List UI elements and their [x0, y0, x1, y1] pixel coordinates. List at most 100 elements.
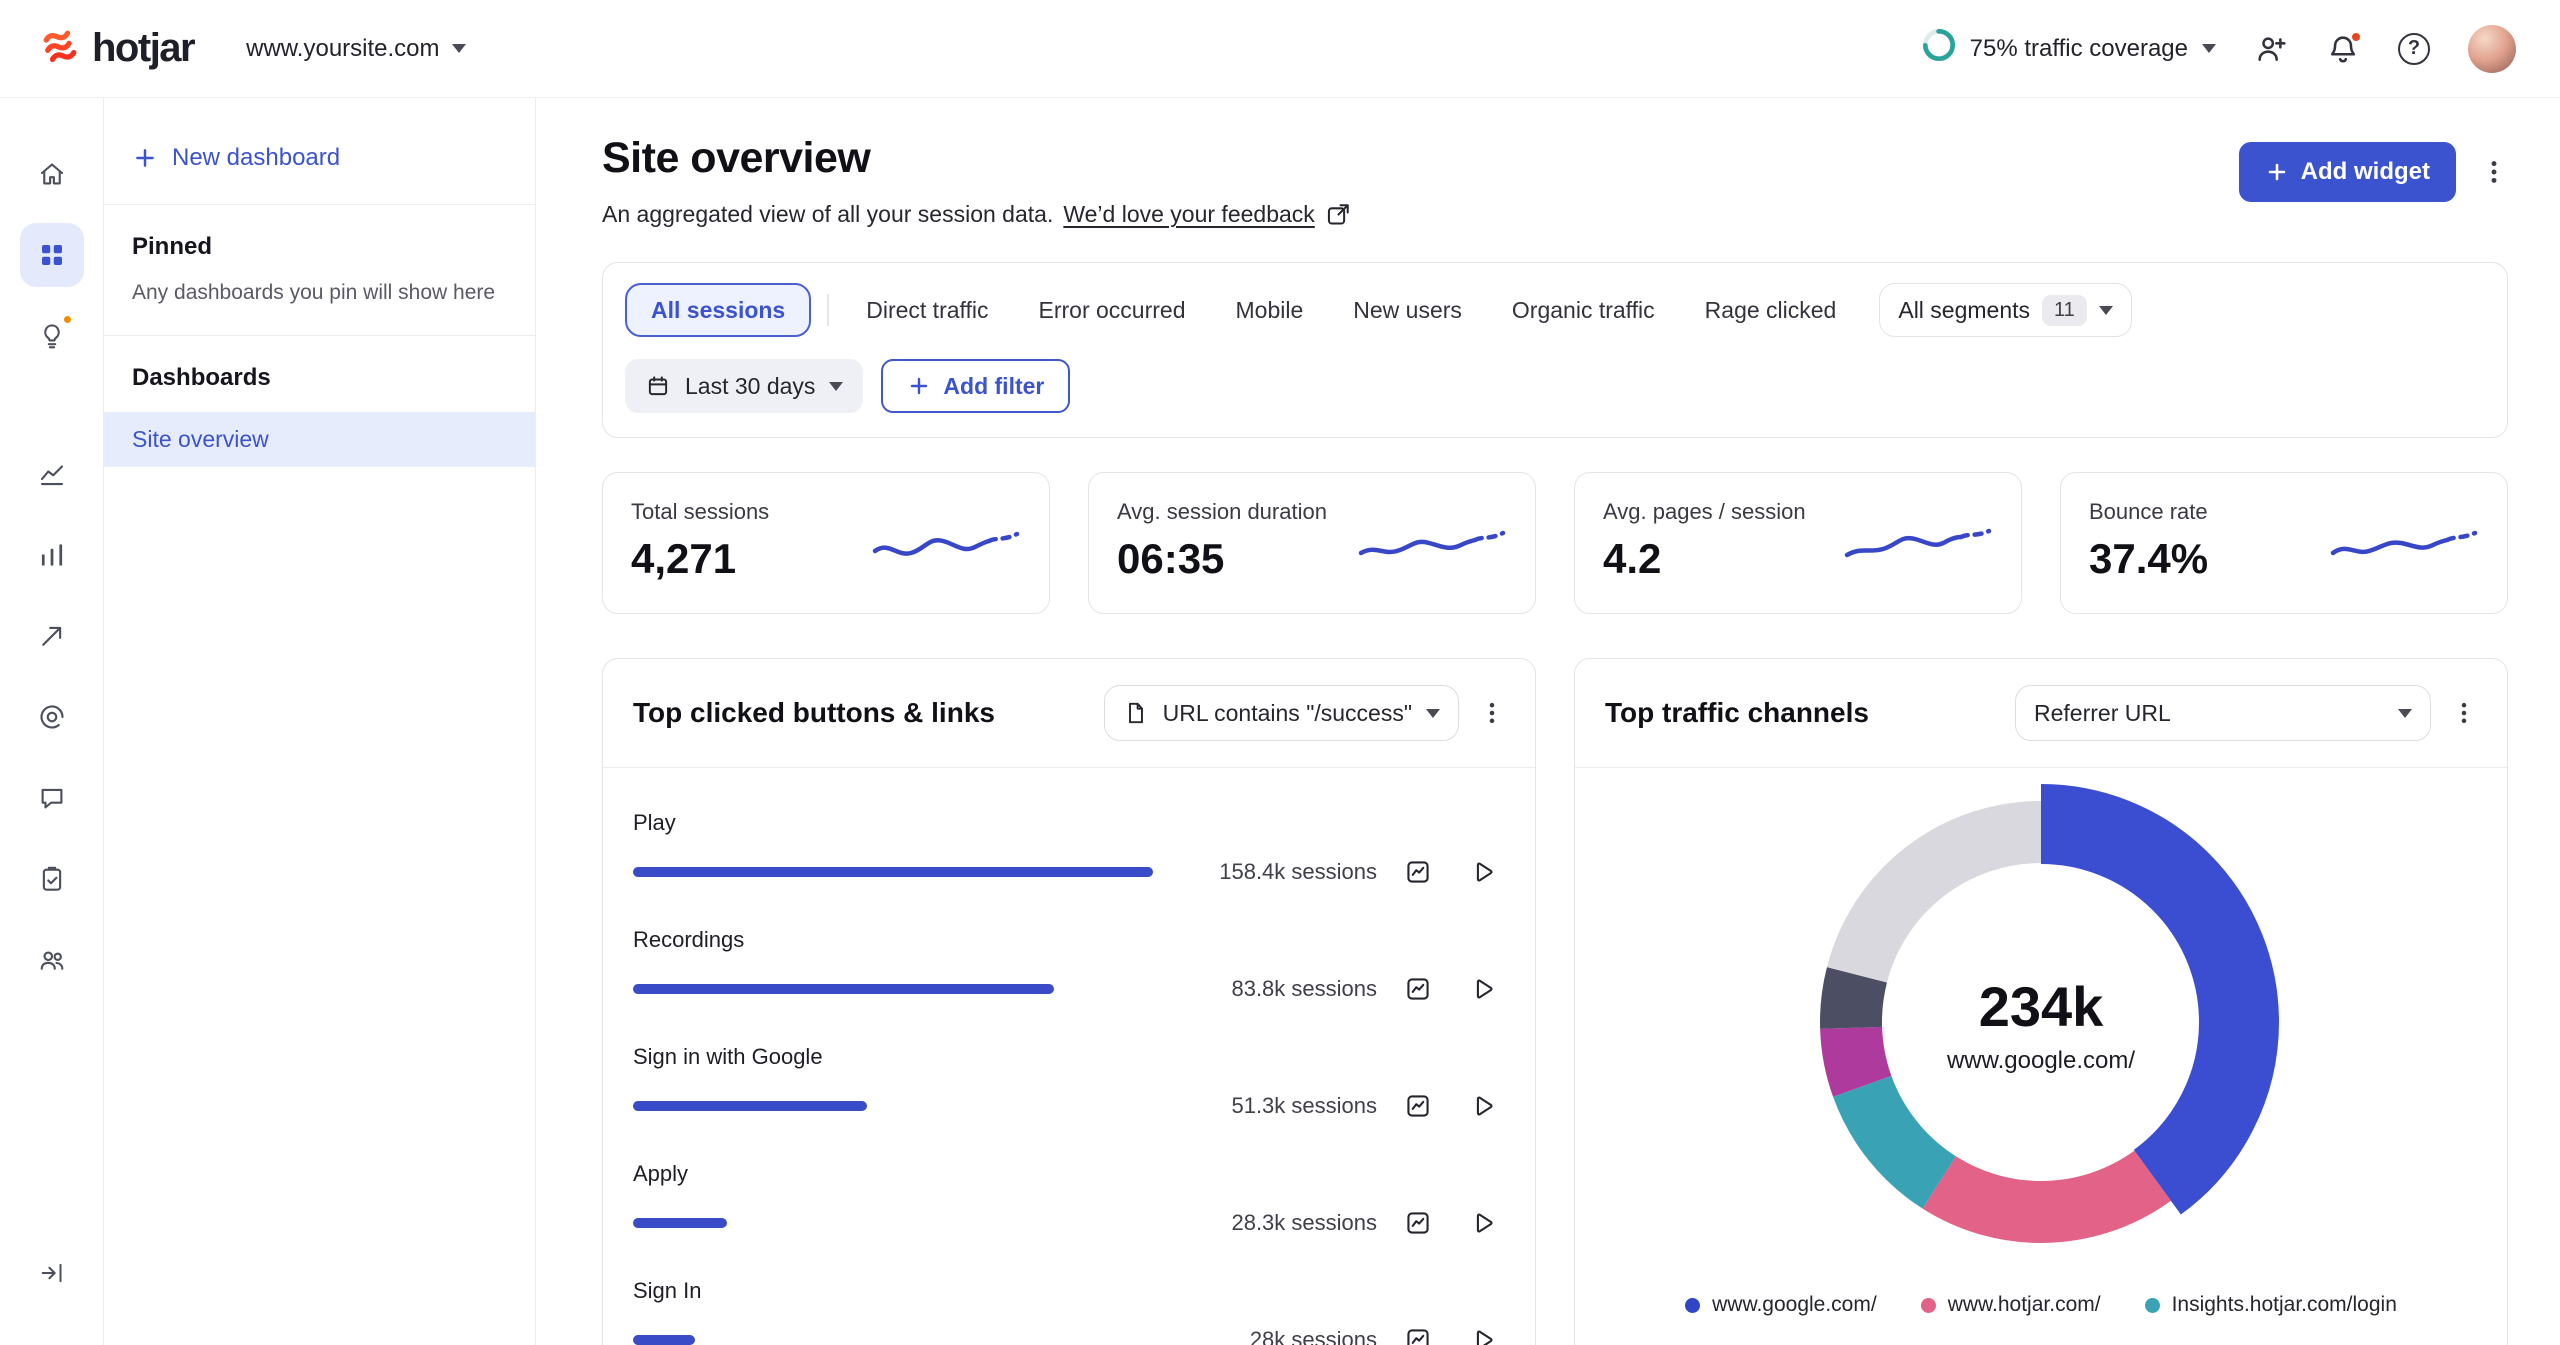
clicked-element-label: Sign In	[633, 1278, 702, 1303]
sparkline-chart	[2330, 530, 2478, 556]
kebab-icon	[2461, 702, 2467, 724]
play-icon	[1476, 862, 1493, 882]
legend-item: Insights.hotjar.com/login	[2144, 1293, 2397, 1317]
all-segments-label: All segments	[1898, 296, 2031, 323]
segment-tab-organic-traffic[interactable]: Organic traffic	[1487, 283, 1680, 337]
widget-title: Top clicked buttons & links	[633, 697, 995, 728]
site-selector-label: www.yoursite.com	[246, 34, 440, 62]
play-icon	[1476, 979, 1493, 999]
segment-tab-error-occurred[interactable]: Error occurred	[1014, 283, 1211, 337]
plus-icon	[136, 149, 154, 167]
view-heatmap-button[interactable]	[1395, 966, 1441, 1012]
play-recordings-button[interactable]	[1459, 966, 1505, 1012]
new-dashboard-label: New dashboard	[172, 144, 341, 171]
traffic-coverage-selector[interactable]: 75% traffic coverage	[1922, 28, 2216, 69]
funnels-icon	[41, 544, 62, 566]
stat-value: 37.4%	[2089, 535, 2209, 582]
external-link-icon	[1327, 204, 1349, 225]
user-avatar[interactable]	[2468, 24, 2516, 73]
view-heatmap-button[interactable]	[1395, 1083, 1441, 1129]
sidebar-item-site-overview[interactable]: Site overview	[104, 412, 535, 467]
add-widget-button[interactable]: Add widget	[2238, 142, 2456, 202]
segment-tab-all-sessions[interactable]: All sessions	[625, 283, 812, 337]
sessions-count: 28.3k sessions	[1231, 1210, 1377, 1235]
legend-label: www.google.com/	[1712, 1293, 1877, 1316]
home-icon	[40, 163, 63, 185]
all-segments-dropdown[interactable]: All segments 11	[1879, 283, 2132, 337]
play-icon	[1476, 1330, 1493, 1345]
widget-title: Top traffic channels	[1605, 697, 1869, 728]
list-item: Sign in with Google 51.3k sessions	[633, 1044, 1505, 1129]
new-dashboard-button[interactable]: New dashboard	[132, 144, 340, 172]
bar	[633, 984, 1055, 994]
nav-home[interactable]	[20, 142, 84, 206]
feedback-link[interactable]: We’d love your feedback	[1063, 201, 1314, 228]
hotjar-logo-icon	[40, 24, 82, 73]
referrer-dropdown[interactable]: Referrer URL	[2015, 685, 2431, 741]
segment-tab-direct-traffic[interactable]: Direct traffic	[841, 283, 1013, 337]
help-button[interactable]: ?	[2398, 32, 2430, 65]
add-filter-button[interactable]: Add filter	[881, 359, 1071, 413]
sidebar-divider	[104, 335, 535, 336]
legend-item: www.hotjar.com/	[1920, 1293, 2101, 1317]
invite-user-button[interactable]	[2254, 32, 2288, 66]
nav-surveys[interactable]	[20, 847, 84, 911]
widget-overflow-menu[interactable]	[2451, 700, 2477, 726]
donut-legend: www.google.com/ www.hotjar.com/ Insights…	[1599, 1293, 2483, 1317]
users-icon	[40, 951, 63, 970]
hotjar-logo[interactable]: hotjar	[40, 24, 196, 73]
topbar: hotjar www.yoursite.com 75% traffic cove…	[0, 0, 2560, 98]
dashboards-sidebar: New dashboard Pinned Any dashboards you …	[104, 98, 536, 1345]
nav-highlights[interactable]	[20, 304, 84, 368]
stat-card-pages-per-session: Avg. pages / session 4.2	[1574, 472, 2022, 614]
nav-journeys[interactable]	[20, 604, 84, 668]
chevron-down-icon	[829, 381, 844, 391]
segment-tab-rage-clicked[interactable]: Rage clicked	[1680, 283, 1862, 337]
stats-row: Total sessions 4,271 Avg. session durati…	[602, 472, 2508, 614]
dashboards-icon	[41, 245, 62, 265]
segment-tab-mobile[interactable]: Mobile	[1211, 283, 1329, 337]
page-overflow-menu[interactable]	[2480, 158, 2508, 186]
stat-card-session-duration: Avg. session duration 06:35	[1088, 472, 1536, 614]
help-icon: ?	[2398, 32, 2430, 65]
chevron-down-icon	[451, 44, 466, 53]
site-selector[interactable]: www.yoursite.com	[246, 34, 466, 63]
notifications-button[interactable]	[2326, 30, 2362, 66]
clicked-element-label: Sign in with Google	[633, 1044, 823, 1069]
traffic-coverage-label: 75% traffic coverage	[1969, 34, 2188, 62]
chart-box-icon	[1407, 978, 1429, 1000]
play-recordings-button[interactable]	[1459, 1200, 1505, 1246]
play-recordings-button[interactable]	[1459, 1317, 1505, 1345]
play-icon	[1476, 1213, 1493, 1233]
view-heatmap-button[interactable]	[1395, 1317, 1441, 1345]
pinned-heading: Pinned	[132, 233, 213, 260]
nav-interviews[interactable]	[20, 928, 84, 992]
widget-overflow-menu[interactable]	[1479, 700, 1505, 726]
stat-label: Bounce rate	[2089, 499, 2208, 524]
play-recordings-button[interactable]	[1459, 1083, 1505, 1129]
document-icon	[1128, 702, 1143, 724]
clicked-element-label: Recordings	[633, 927, 745, 952]
list-item: Sign In 28k sessions	[633, 1278, 1505, 1345]
segment-separator	[827, 294, 830, 326]
stat-value: 06:35	[1117, 535, 1225, 582]
nav-trends[interactable]	[20, 442, 84, 506]
play-recordings-button[interactable]	[1459, 849, 1505, 895]
view-heatmap-button[interactable]	[1395, 849, 1441, 895]
view-heatmap-button[interactable]	[1395, 1200, 1441, 1246]
chevron-down-icon	[2202, 44, 2216, 53]
collapse-arrow-icon	[41, 1263, 62, 1283]
bar	[633, 1218, 727, 1228]
plus-icon	[2268, 163, 2285, 181]
hotjar-wordmark: hotjar	[92, 26, 196, 70]
nav-feedback[interactable]	[20, 766, 84, 830]
segment-tab-new-users[interactable]: New users	[1328, 283, 1487, 337]
date-range-dropdown[interactable]: Last 30 days	[625, 359, 864, 413]
nav-heatmaps[interactable]	[20, 685, 84, 749]
widget-top-clicked: Top clicked buttons & links URL contains…	[602, 658, 1536, 1345]
nav-dashboards[interactable]	[19, 223, 84, 287]
stat-value: 4.2	[1603, 535, 1662, 582]
url-filter-dropdown[interactable]: URL contains "/success"	[1103, 685, 1459, 741]
nav-funnels[interactable]	[20, 523, 84, 587]
collapse-sidebar-button[interactable]	[20, 1241, 84, 1305]
